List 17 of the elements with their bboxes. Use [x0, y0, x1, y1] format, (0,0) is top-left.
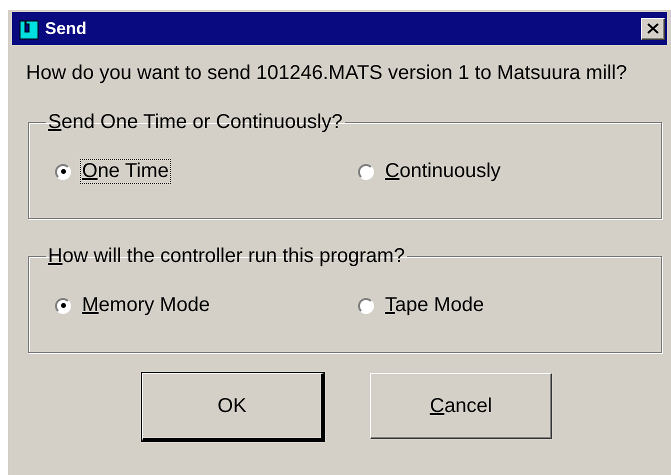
ok-button[interactable]: OK: [142, 373, 324, 441]
radio-button[interactable]: [358, 164, 374, 180]
close-button[interactable]: [641, 18, 665, 40]
group-label: Send One Time or Continuously?: [47, 111, 344, 134]
group-label: How will the controller run this program?: [47, 245, 406, 268]
radio-button[interactable]: [55, 164, 71, 180]
radio-button[interactable]: [358, 298, 374, 314]
message-text: How do you want to send 101246.MATS version 1 to Matsuura mill?: [26, 62, 628, 85]
radio-label[interactable]: Continuously: [383, 159, 503, 184]
radio-label[interactable]: Tape Mode: [383, 293, 486, 318]
radio-button[interactable]: [55, 298, 71, 314]
radio-label[interactable]: Memory Mode: [80, 293, 212, 318]
window-title: Send: [45, 18, 88, 38]
cancel-button[interactable]: Cancel: [370, 373, 552, 439]
radio-label[interactable]: One Time: [80, 159, 171, 184]
machine-icon: [18, 18, 40, 40]
close-icon: [647, 23, 659, 34]
